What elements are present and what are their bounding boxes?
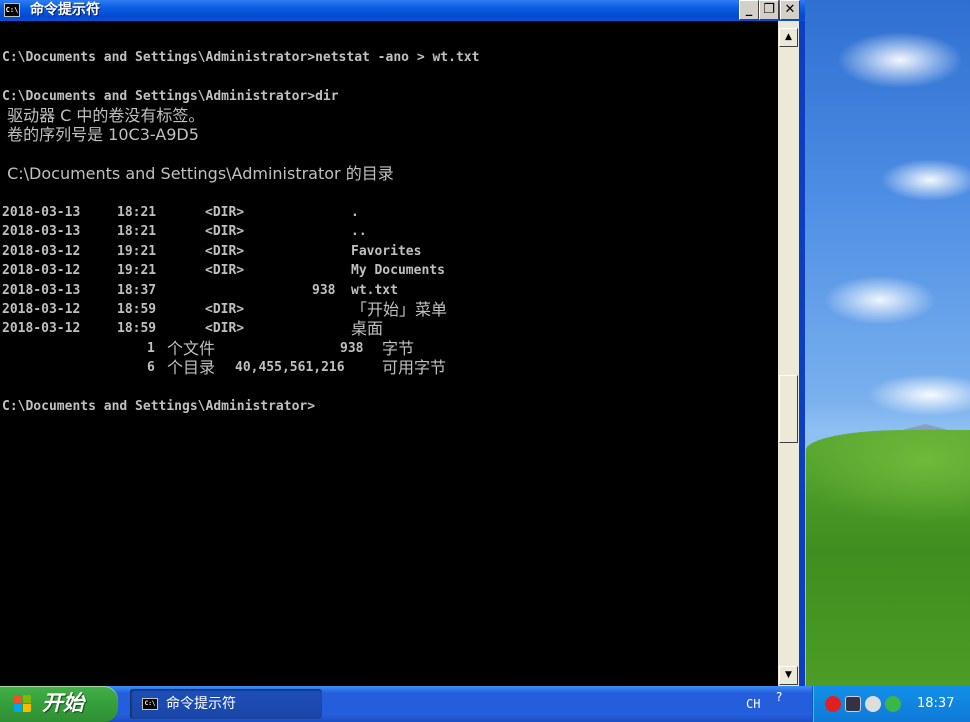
window-titlebar[interactable]: C:\ 命令提示符 _ ❐ ✕ [0,0,805,21]
dir-entry-row: 2018-03-13 18:37 938 wt.txt [2,281,772,300]
window-border [799,21,805,686]
system-tray: 18:37 [812,686,970,722]
minimize-button[interactable]: _ [739,0,759,20]
summary-unit: 可用字节 [382,358,447,377]
scroll-up-arrow-icon[interactable]: ▲ [779,28,798,47]
dir-entry-row: 2018-03-12 19:21 <DIR> Favorites [2,242,772,261]
dir-entry-type: <DIR> [205,244,245,259]
console-line-dir-command: C:\Documents and Settings\Administrator>… [2,89,339,104]
vertical-scrollbar[interactable]: ▲ ▼ [778,21,805,686]
console-line-netstat-command: C:\Documents and Settings\Administrator>… [2,50,480,65]
summary-label: 个目录 [167,358,216,377]
taskbar-item-label: 命令提示符 [166,696,236,712]
dir-entry-size: 938 [312,283,336,298]
dir-entry-date: 2018-03-12 [2,244,81,259]
dir-entry-date: 2018-03-13 [2,205,81,220]
dir-entry-time: 19:21 [117,244,157,259]
dir-entry-time: 18:21 [117,205,157,220]
dir-entry-date: 2018-03-12 [2,263,81,278]
summary-value: 40,455,561,216 [235,360,345,375]
console-output[interactable]: C:\Documents and Settings\Administrator>… [0,21,778,686]
dir-entry-time: 18:59 [117,321,157,336]
sync-icon[interactable] [885,696,901,712]
console-prompt[interactable]: C:\Documents and Settings\Administrator> [2,397,315,416]
start-label: 开始 [42,691,84,715]
clock[interactable]: 18:37 [917,696,954,712]
close-button[interactable]: ✕ [780,0,800,20]
dir-entry-date: 2018-03-12 [2,321,81,336]
maximize-button[interactable]: ❐ [759,0,779,20]
taskbar-item-command-prompt[interactable]: C:\ 命令提示符 [130,689,322,719]
summary-value: 938 [340,341,364,356]
dir-entry-name: wt.txt [351,283,398,298]
dir-entry-row: 2018-03-13 18:21 <DIR> .. [2,222,772,241]
volume-icon[interactable] [865,696,881,712]
taskbar: 开始 C:\ 命令提示符 CH ? 18:37 [0,686,970,722]
console-line-directory-of: C:\Documents and Settings\Administrator … [2,164,394,183]
dir-entry-type: <DIR> [205,205,245,220]
dir-entry-time: 18:37 [117,283,157,298]
dir-entry-name: Favorites [351,244,422,259]
dir-summary-dirs: 6 个目录 40,455,561,216 可用字节 [2,358,772,377]
dir-entry-time: 18:59 [117,302,157,317]
security-shield-icon[interactable] [825,696,841,712]
dir-entry-name: .. [351,224,367,239]
cmd-icon: C:\ [142,698,158,710]
command-prompt-window: C:\ 命令提示符 _ ❐ ✕ C:\Documents and Setting… [0,0,805,686]
dir-entry-date: 2018-03-12 [2,302,81,317]
dir-entry-row: 2018-03-12 18:59 <DIR> 桌面 [2,319,772,338]
dir-entry-name: My Documents [351,263,445,278]
dir-entry-row: 2018-03-13 18:21 <DIR> . [2,203,772,222]
dir-entry-name: 桌面 [351,319,384,338]
wallpaper-hills [806,430,970,686]
dir-entry-type: <DIR> [205,321,245,336]
network-icon[interactable] [845,696,861,712]
scrollbar-thumb[interactable] [779,375,798,443]
scroll-down-arrow-icon[interactable]: ▼ [779,666,798,685]
summary-count: 6 [147,360,155,375]
console-line-volume-serial: 卷的序列号是 10C3-A9D5 [2,125,199,144]
summary-label: 个文件 [167,339,216,358]
dir-entry-name: 「开始」菜单 [351,300,448,319]
dir-entry-name: . [351,205,359,220]
dir-entry-type: <DIR> [205,224,245,239]
console-line-volume-label: 驱动器 C 中的卷没有标签。 [2,106,205,125]
dir-entry-row: 2018-03-12 18:59 <DIR> 「开始」菜单 [2,300,772,319]
window-title: 命令提示符 [30,2,100,18]
summary-unit: 字节 [382,339,415,358]
dir-entry-date: 2018-03-13 [2,283,81,298]
dir-entry-time: 19:21 [117,263,157,278]
cmd-window-icon[interactable]: C:\ [4,3,20,17]
dir-entry-time: 18:21 [117,224,157,239]
dir-entry-row: 2018-03-12 19:21 <DIR> My Documents [2,261,772,280]
windows-logo-icon [14,695,32,713]
dir-summary-files: 1 个文件 938 字节 [2,339,772,358]
dir-entry-type: <DIR> [205,302,245,317]
ime-help-icon[interactable]: ? [776,691,782,703]
dir-entry-date: 2018-03-13 [2,224,81,239]
start-button[interactable]: 开始 [0,686,118,722]
language-indicator[interactable]: CH [746,696,760,712]
dir-entry-type: <DIR> [205,263,245,278]
summary-count: 1 [147,341,155,356]
